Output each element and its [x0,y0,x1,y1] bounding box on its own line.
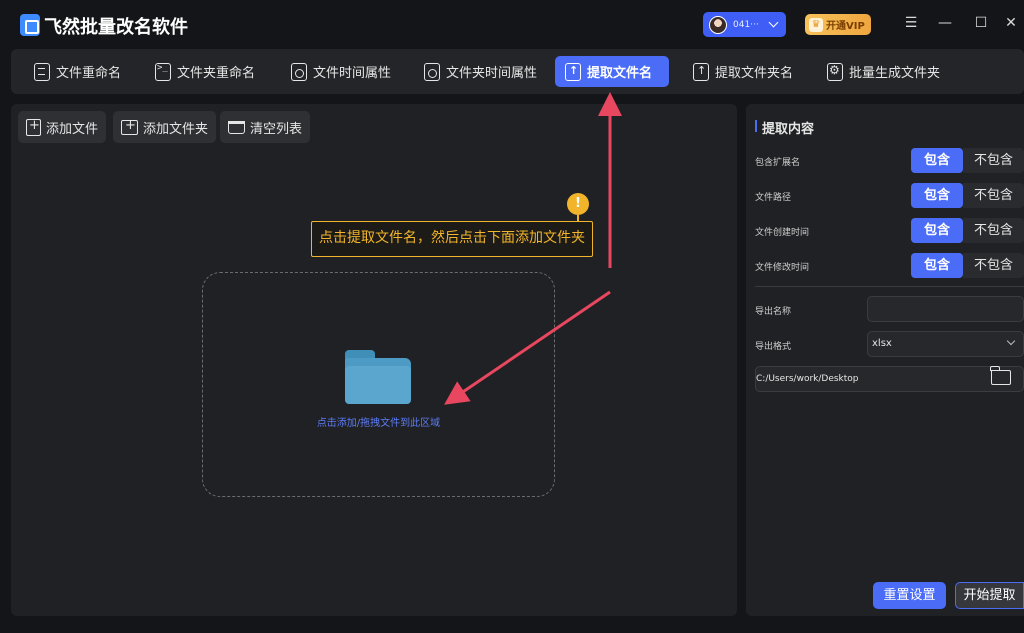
extension-exclude-button[interactable]: 不包含 [963,148,1024,173]
user-account-button[interactable]: 041··· [703,12,786,37]
clock-folder-icon [424,62,440,81]
option-label-modified-time: 文件修改时间 [755,263,810,273]
modified-time-include-button[interactable]: 包含 [911,253,963,278]
extract-settings-panel [746,104,1024,616]
reset-settings-button[interactable]: 重置设置 [873,582,946,609]
add-folder-icon [121,118,138,135]
vip-label: 开通VIP [826,21,865,32]
tab-label: 文件夹重命名 [177,66,256,81]
export-format-label: 导出格式 [755,342,792,352]
folder-icon[interactable] [345,350,411,404]
terminal-folder-icon [155,62,171,81]
tab-batch-create-folders[interactable]: 批量生成文件夹 [817,56,950,87]
add-file-button[interactable]: 添加文件 [18,111,107,143]
option-label-extension: 包含扩展名 [755,158,801,168]
maximize-icon[interactable]: ☐ [972,14,990,32]
path-include-button[interactable]: 包含 [911,183,963,208]
close-icon[interactable]: ✕ [1002,14,1020,32]
start-extract-button[interactable]: 开始提取 [955,582,1024,609]
tooltip-badge: ! [567,193,589,215]
minimize-icon[interactable]: — [936,14,954,32]
clock-file-icon [291,62,307,81]
clear-list-button[interactable]: 清空列表 [220,111,311,143]
app-title: 飞然批量改名软件 [44,17,188,38]
export-name-input[interactable] [867,296,1024,322]
tab-file-time-attributes[interactable]: 文件时间属性 [281,56,401,87]
option-label-path: 文件路径 [755,193,792,203]
function-tab-bar: 文件重命名 文件夹重命名 文件时间属性 文件夹时间属性 提取文件名 提取文件夹名… [11,49,1024,94]
gear-folder-icon [827,62,843,81]
add-folder-label: 添加文件夹 [143,121,209,137]
menu-icon[interactable]: ☰ [902,14,920,32]
created-time-include-button[interactable]: 包含 [911,218,963,243]
add-file-icon [26,118,41,136]
guide-tooltip: 点击提取文件名，然后点击下面添加文件夹 [311,221,593,257]
open-folder-icon[interactable] [990,366,1011,385]
tab-extract-filename[interactable]: 提取文件名 [555,56,669,87]
option-label-created-time: 文件创建时间 [755,228,810,238]
divider [755,286,1024,287]
tab-label: 提取文件名 [587,66,653,81]
export-name-label: 导出名称 [755,307,792,317]
section-accent-bar [755,120,757,132]
tab-label: 文件时间属性 [313,66,392,81]
upload-folder-icon [693,62,709,81]
file-icon [34,62,50,81]
modified-time-exclude-button[interactable]: 不包含 [963,253,1024,278]
title-bar: 飞然批量改名软件 041··· ♛ 开通VIP ☰ — ☐ ✕ [0,0,1024,48]
panel-title: 提取内容 [762,122,815,137]
tab-label: 文件夹时间属性 [446,66,538,81]
basket-icon [228,120,245,134]
extract-file-icon [565,62,581,81]
app-logo-icon [20,14,40,36]
drop-zone-hint[interactable]: 点击添加/拖拽文件到此区域 [202,414,555,429]
tab-folder-rename[interactable]: 文件夹重命名 [145,56,265,87]
path-exclude-button[interactable]: 不包含 [963,183,1024,208]
tab-label: 批量生成文件夹 [849,66,941,81]
tab-folder-time-attributes[interactable]: 文件夹时间属性 [414,56,547,87]
add-folder-button[interactable]: 添加文件夹 [113,111,217,143]
crown-icon: ♛ [809,17,823,32]
extension-include-button[interactable]: 包含 [911,148,963,173]
tab-extract-foldername[interactable]: 提取文件夹名 [683,56,803,87]
export-path-field[interactable]: C:/Users/work/Desktop [755,366,1024,392]
add-file-label: 添加文件 [46,121,99,137]
created-time-exclude-button[interactable]: 不包含 [963,218,1024,243]
chevron-down-icon [768,17,779,28]
open-vip-button[interactable]: ♛ 开通VIP [805,14,871,35]
tab-file-rename[interactable]: 文件重命名 [24,56,131,87]
user-name: 041··· [733,19,759,30]
tab-label: 提取文件夹名 [715,66,794,81]
avatar [709,15,727,34]
export-format-select[interactable]: xlsx [867,331,1024,357]
clear-list-label: 清空列表 [250,121,303,137]
tab-label: 文件重命名 [56,66,122,81]
